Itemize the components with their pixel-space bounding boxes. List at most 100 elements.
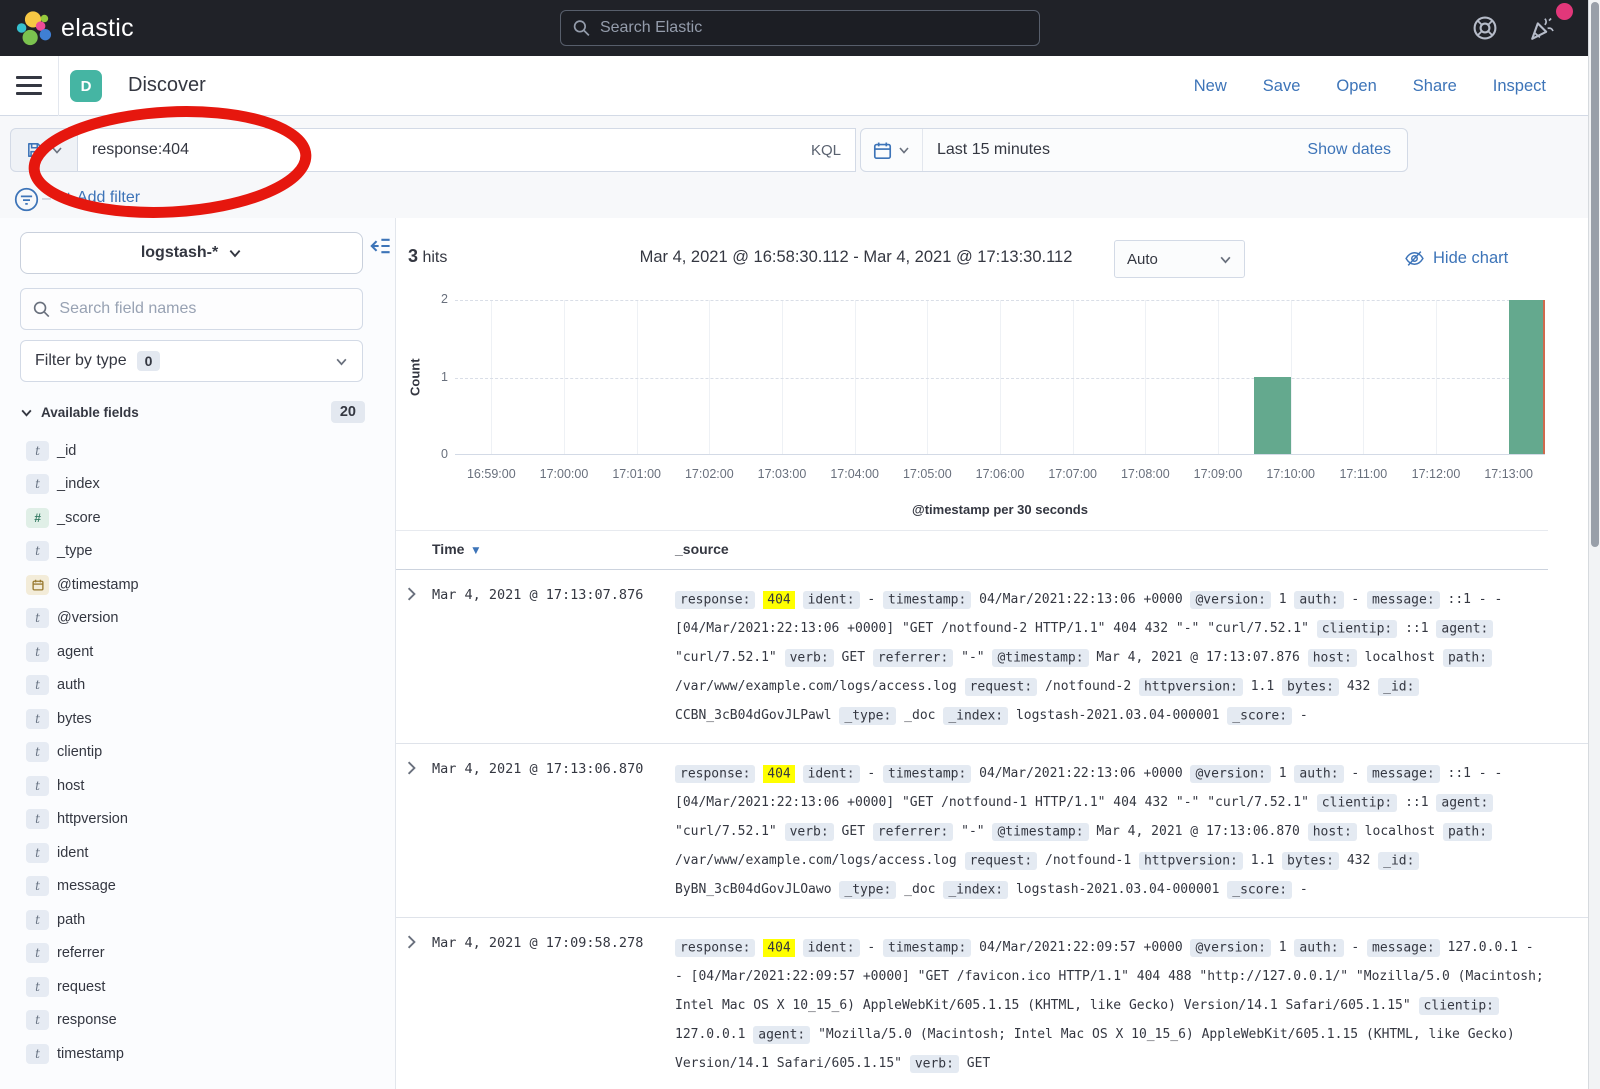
string-field-icon: t (26, 742, 49, 762)
field-item-_type[interactable]: t_type (0, 535, 396, 569)
string-field-icon: t (26, 843, 49, 863)
global-search-input[interactable] (600, 19, 1027, 37)
interval-value: Auto (1127, 251, 1219, 268)
notification-dot (1556, 3, 1573, 20)
current-time-marker (1543, 300, 1545, 454)
field-item-ident[interactable]: tident (0, 836, 396, 870)
scrollbar-thumb[interactable] (1591, 2, 1599, 547)
search-icon (33, 300, 50, 319)
field-item-_score[interactable]: #_score (0, 501, 396, 535)
collapse-sidebar-icon[interactable] (369, 235, 391, 257)
time-column-header[interactable]: Time ▼ (432, 541, 479, 557)
field-item-timestamp[interactable]: @timestamp (0, 568, 396, 602)
field-name: @timestamp (57, 577, 139, 593)
time-range-value[interactable]: Last 15 minutes (923, 141, 1307, 159)
string-field-icon: t (26, 1044, 49, 1064)
date-picker-calendar-button[interactable] (861, 129, 923, 171)
index-pattern-select[interactable]: logstash-* (20, 232, 363, 274)
field-search[interactable] (20, 288, 363, 330)
interval-select[interactable]: Auto (1114, 240, 1245, 278)
news-icon[interactable] (1528, 15, 1556, 43)
nav-inspect[interactable]: Inspect (1493, 77, 1546, 96)
field-item-_id[interactable]: t _id (0, 434, 396, 468)
field-item-version[interactable]: t@version (0, 602, 396, 636)
show-dates-button[interactable]: Show dates (1307, 141, 1407, 159)
elastic-logo[interactable]: elastic (14, 8, 134, 48)
table-row[interactable]: Mar 4, 2021 @ 17:09:58.278response: 404 … (396, 918, 1588, 1089)
page-scrollbar[interactable] (1588, 0, 1600, 1089)
menu-icon[interactable] (16, 76, 42, 95)
highlight-404: 404 (763, 939, 794, 957)
chart-gridline-horizontal (455, 378, 1545, 379)
histogram-bar-17:09:30[interactable] (1254, 377, 1290, 454)
field-item-path[interactable]: tpath (0, 903, 396, 937)
nav-open[interactable]: Open (1336, 77, 1376, 96)
field-value: - (1300, 882, 1308, 897)
brand-name: elastic (61, 14, 134, 43)
discover-app-badge[interactable]: D (70, 70, 102, 102)
field-name: httpversion (57, 811, 128, 827)
field-item-_index[interactable]: t_index (0, 468, 396, 502)
global-search[interactable] (560, 10, 1040, 46)
x-tick-label: 17:12:00 (1394, 467, 1478, 481)
field-list: t _id t_index#_scoret_type @timestamp t@vers… (0, 434, 396, 1071)
nav-save[interactable]: Save (1263, 77, 1301, 96)
help-icon[interactable] (1472, 15, 1498, 41)
histogram-bar-17:13:00[interactable] (1509, 300, 1545, 454)
x-tick-label: 17:13:00 (1467, 467, 1551, 481)
index-pattern-name: logstash-* (141, 244, 218, 262)
x-tick-label: 17:01:00 (595, 467, 679, 481)
field-tag: httpversion: (1139, 678, 1243, 696)
nav-share[interactable]: Share (1413, 77, 1457, 96)
chevron-down-icon (20, 406, 33, 419)
field-item-bytes[interactable]: tbytes (0, 702, 396, 736)
query-input[interactable] (92, 141, 801, 159)
string-field-icon: t (26, 441, 49, 461)
field-tag: referrer: (873, 649, 953, 667)
expand-row-icon[interactable] (406, 587, 417, 601)
saved-query-icon (26, 141, 44, 159)
available-fields-header[interactable]: Available fields 20 (20, 398, 365, 426)
field-search-input[interactable] (59, 300, 350, 318)
table-row[interactable]: Mar 4, 2021 @ 17:13:06.870response: 404 … (396, 744, 1588, 918)
field-value: - (867, 592, 875, 607)
table-row[interactable]: Mar 4, 2021 @ 17:13:07.876response: 404 … (396, 570, 1588, 744)
field-tag: bytes: (1282, 852, 1339, 870)
field-tag: auth: (1294, 765, 1343, 783)
field-item-response[interactable]: tresponse (0, 1004, 396, 1038)
field-tag: clientip: (1419, 997, 1499, 1015)
field-item-referrer[interactable]: treferrer (0, 937, 396, 971)
x-tick-label: 17:07:00 (1031, 467, 1115, 481)
field-item-host[interactable]: thost (0, 769, 396, 803)
expand-row-icon[interactable] (406, 761, 417, 775)
histogram-chart[interactable] (455, 300, 1545, 455)
field-value: GET (967, 1056, 990, 1071)
field-tag: auth: (1294, 939, 1343, 957)
field-item-timestamp[interactable]: ttimestamp (0, 1037, 396, 1071)
field-item-message[interactable]: tmessage (0, 870, 396, 904)
nav-new[interactable]: New (1194, 77, 1227, 96)
filter-by-type[interactable]: Filter by type 0 (20, 340, 363, 382)
saved-query-menu-button[interactable] (10, 128, 78, 172)
field-tag: request: (965, 678, 1038, 696)
field-tag: timestamp: (883, 591, 971, 609)
expand-row-icon[interactable] (406, 935, 417, 949)
field-value: - (1351, 592, 1359, 607)
field-item-agent[interactable]: tagent (0, 635, 396, 669)
string-field-icon: t (26, 809, 49, 829)
field-item-clientip[interactable]: tclientip (0, 736, 396, 770)
field-value: GET (842, 824, 865, 839)
field-item-request[interactable]: trequest (0, 970, 396, 1004)
field-name: _id (57, 443, 76, 459)
query-language-button[interactable]: KQL (801, 142, 841, 159)
field-value: "curl/7.52.1" (675, 824, 777, 839)
field-item-auth[interactable]: tauth (0, 669, 396, 703)
field-name: message (57, 878, 116, 894)
field-tag: path: (1443, 823, 1492, 841)
field-name: auth (57, 677, 85, 693)
hide-chart-button[interactable]: Hide chart (1404, 248, 1508, 269)
field-tag: timestamp: (883, 939, 971, 957)
field-item-httpversion[interactable]: t httpversion (0, 803, 396, 837)
add-filter-button[interactable]: + Add filter (64, 189, 140, 207)
filter-icon[interactable] (14, 187, 39, 212)
